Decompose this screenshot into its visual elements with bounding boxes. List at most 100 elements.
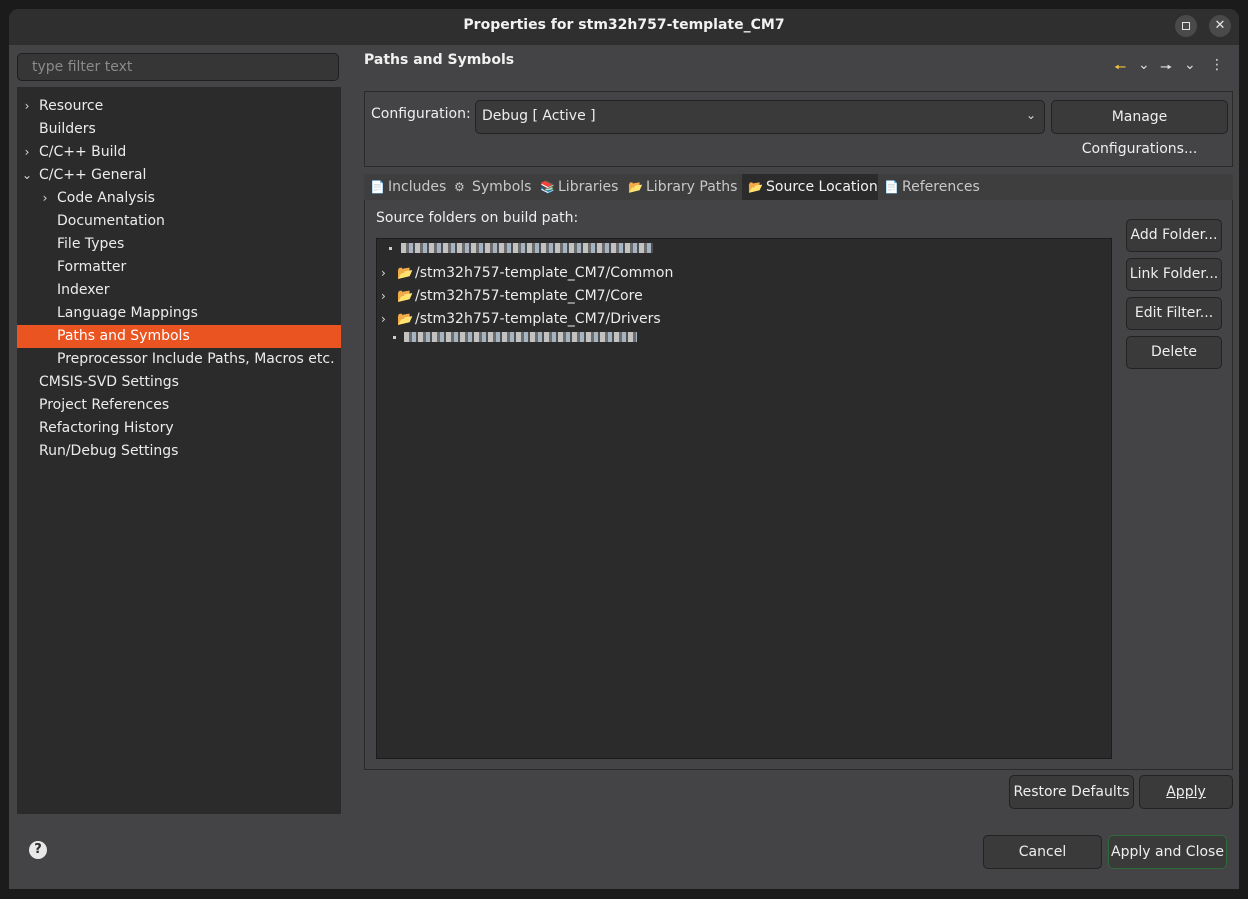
window-title: Properties for stm32h757-template_CM7	[463, 17, 785, 33]
tree-item-cmsis-svd-settings[interactable]: CMSIS-SVD Settings	[17, 371, 341, 394]
tab-source-location[interactable]: 📂 Source Location	[742, 174, 878, 200]
source-folders-label: Source folders on build path:	[376, 210, 579, 226]
redacted-path	[401, 243, 653, 253]
tree-item-label: C/C++ General	[39, 167, 147, 183]
tree-item-label: Language Mappings	[57, 305, 198, 321]
filter-input[interactable]	[18, 54, 338, 80]
tree-item-preprocessor-include-paths[interactable]: Preprocessor Include Paths, Macros etc.	[17, 348, 341, 371]
tree-item-formatter[interactable]: Formatter	[17, 256, 341, 279]
cancel-button[interactable]: Cancel	[983, 835, 1102, 869]
tab-library-paths[interactable]: 📂 Library Paths	[622, 174, 742, 200]
filter-input-box[interactable]	[17, 53, 339, 81]
tree-item-builders[interactable]: Builders	[17, 118, 341, 141]
tree-item-label: Indexer	[57, 282, 110, 298]
tree-item-run-debug-settings[interactable]: Run/Debug Settings	[17, 440, 341, 463]
tree-item-indexer[interactable]: Indexer	[17, 279, 341, 302]
tree-item-cc-general[interactable]: ⌄ C/C++ General	[17, 164, 341, 187]
chevron-down-icon: ⌄	[1025, 108, 1036, 122]
includes-icon: 📄	[370, 180, 385, 194]
tree-item-project-references[interactable]: Project References	[17, 394, 341, 417]
folder-icon: 📂	[397, 266, 414, 281]
kebab-menu-icon[interactable]: ⋮	[1210, 57, 1224, 73]
tab-libraries[interactable]: 📚 Libraries	[534, 174, 622, 200]
tree-item-paths-and-symbols[interactable]: Paths and Symbols	[17, 325, 341, 348]
tree-item-label: Project References	[39, 397, 170, 413]
configuration-group: Configuration: Debug [ Active ] ⌄ Manage…	[364, 91, 1233, 167]
page-title: Paths and Symbols	[364, 52, 515, 68]
tree-item-label: C/C++ Build	[39, 144, 127, 160]
tree-item-label: Run/Debug Settings	[39, 443, 179, 459]
bullet-icon	[389, 247, 392, 250]
apply-button[interactable]: Apply	[1139, 775, 1233, 809]
chevron-right-icon[interactable]: ›	[21, 95, 33, 118]
chevron-down-icon[interactable]: ⌄	[1184, 57, 1196, 73]
tab-symbols[interactable]: ⚙ Symbols	[448, 174, 534, 200]
references-icon: 📄	[884, 180, 899, 194]
bullet-icon	[393, 336, 396, 339]
tree-item-code-analysis[interactable]: › Code Analysis	[17, 187, 341, 210]
list-item-redacted[interactable]	[377, 326, 1107, 349]
page-navigation: 🠔 ⌄ 🠖 ⌄ ⋮	[1114, 57, 1224, 77]
tab-bar: 📄 Includes ⚙ Symbols 📚 Libraries 📂 Libra…	[364, 174, 1233, 200]
tab-label: Source Location	[766, 179, 878, 195]
source-folders-list[interactable]: › 📂 /stm32h757-template_CM7/Common › 📂 /…	[376, 238, 1112, 759]
edit-filter-button[interactable]: Edit Filter...	[1126, 297, 1222, 330]
configuration-label: Configuration:	[371, 106, 471, 122]
chevron-down-icon[interactable]: ⌄	[1138, 57, 1150, 73]
chevron-right-icon[interactable]: ›	[381, 262, 386, 285]
tree-item-language-mappings[interactable]: Language Mappings	[17, 302, 341, 325]
tab-label: Libraries	[558, 179, 619, 195]
tree-item-documentation[interactable]: Documentation	[17, 210, 341, 233]
chevron-right-icon[interactable]: ›	[21, 141, 33, 164]
redacted-path	[404, 332, 637, 342]
tree-item-label: Builders	[39, 121, 96, 137]
configuration-value: Debug [ Active ]	[482, 108, 596, 124]
tree-item-resource[interactable]: › Resource	[17, 95, 341, 118]
folder-path: /stm32h757-template_CM7/Common	[415, 265, 674, 281]
tree-item-label: Resource	[39, 98, 104, 114]
tree-item-file-types[interactable]: File Types	[17, 233, 341, 256]
list-item-redacted[interactable]	[377, 237, 1107, 260]
tab-includes[interactable]: 📄 Includes	[364, 174, 446, 200]
symbols-icon: ⚙	[454, 180, 465, 194]
tree-item-label: File Types	[57, 236, 125, 252]
tab-label: References	[902, 179, 980, 195]
tab-label: Library Paths	[646, 179, 738, 195]
chevron-right-icon[interactable]: ›	[381, 285, 386, 308]
tree-item-label: Code Analysis	[57, 190, 155, 206]
tree-item-label: Refactoring History	[39, 420, 174, 436]
tree-item-label: CMSIS-SVD Settings	[39, 374, 179, 390]
close-icon: ✕	[1214, 18, 1226, 33]
manage-configurations-button[interactable]: Manage Configurations...	[1051, 100, 1228, 157]
back-arrow-icon[interactable]: 🠔	[1114, 57, 1126, 81]
list-item-folder[interactable]: › 📂 /stm32h757-template_CM7/Core	[377, 285, 1107, 308]
tab-references[interactable]: 📄 References	[878, 174, 988, 200]
tab-label: Includes	[388, 179, 447, 195]
maximize-icon	[1182, 22, 1190, 30]
link-folder-button[interactable]: Link Folder...	[1126, 258, 1222, 291]
properties-dialog: Properties for stm32h757-template_CM7 ✕ …	[9, 9, 1239, 889]
title-bar: Properties for stm32h757-template_CM7 ✕	[9, 9, 1239, 45]
folder-path: /stm32h757-template_CM7/Core	[415, 288, 643, 304]
close-button[interactable]: ✕	[1209, 15, 1231, 37]
folder-icon: 📂	[397, 289, 414, 304]
library-paths-icon: 📂	[628, 180, 643, 194]
tree-item-label: Documentation	[57, 213, 165, 229]
forward-arrow-icon[interactable]: 🠖	[1160, 57, 1172, 81]
apply-and-close-button[interactable]: Apply and Close	[1108, 835, 1227, 869]
maximize-button[interactable]	[1175, 15, 1197, 37]
tree-item-cc-build[interactable]: › C/C++ Build	[17, 141, 341, 164]
tree-item-refactoring-history[interactable]: Refactoring History	[17, 417, 341, 440]
configuration-select[interactable]: Debug [ Active ] ⌄	[475, 100, 1045, 134]
chevron-down-icon[interactable]: ⌄	[21, 164, 33, 187]
restore-defaults-button[interactable]: Restore Defaults	[1009, 775, 1134, 809]
source-location-panel: Source folders on build path: › 📂 /stm32…	[364, 200, 1233, 770]
tree-item-label: Formatter	[57, 259, 127, 275]
delete-button[interactable]: Delete	[1126, 336, 1222, 369]
add-folder-button[interactable]: Add Folder...	[1126, 219, 1222, 252]
help-icon[interactable]: ?	[29, 841, 47, 859]
tab-label: Symbols	[472, 179, 532, 195]
source-folder-icon: 📂	[748, 180, 763, 194]
list-item-folder[interactable]: › 📂 /stm32h757-template_CM7/Common	[377, 262, 1107, 285]
chevron-right-icon[interactable]: ›	[39, 187, 51, 210]
